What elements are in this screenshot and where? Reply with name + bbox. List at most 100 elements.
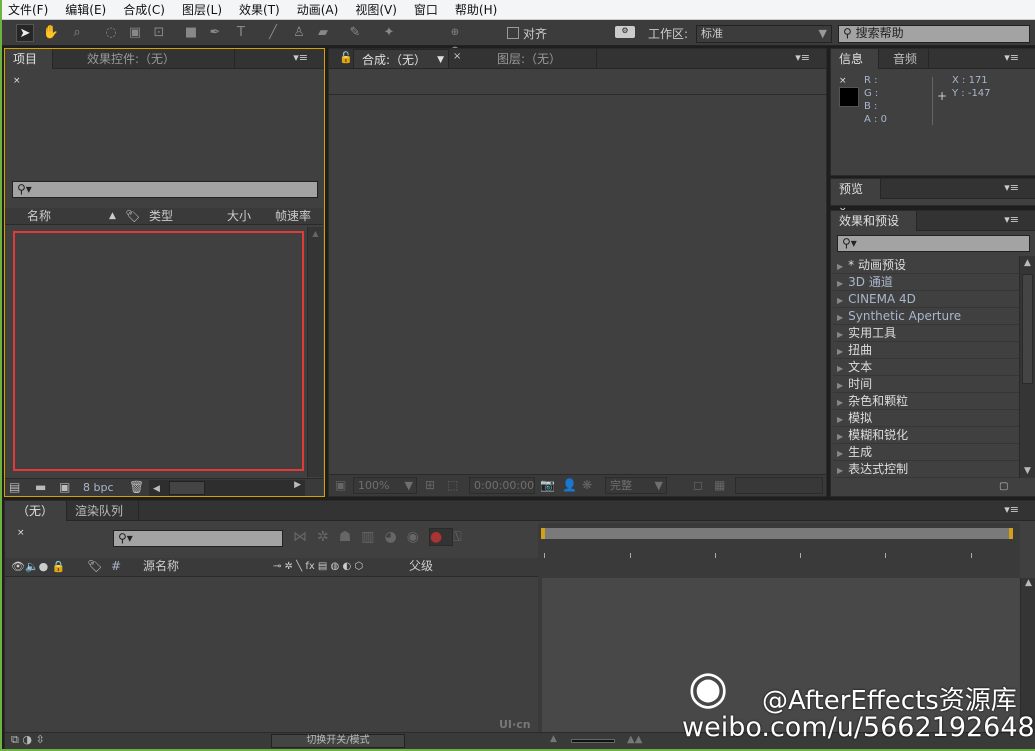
interpret-footage-icon[interactable]: ▤ (9, 480, 20, 494)
effects-category-item[interactable]: ▶ 杂色和颗粒 (833, 393, 1019, 410)
timeline-search-input[interactable]: ⚲▾ (113, 530, 283, 547)
column-framerate[interactable]: 帧速率 (275, 208, 311, 225)
clone-stamp-tool-icon[interactable]: ♙ (290, 24, 308, 42)
tab-audio[interactable]: 音频 (881, 49, 929, 69)
graph-editor-icon[interactable]: ⍂ (453, 529, 471, 545)
zoom-in-icon[interactable]: ▲▲ (627, 734, 642, 745)
new-folder-icon[interactable]: ▢ (999, 481, 1008, 492)
effects-search-input[interactable]: ⚲▾ (837, 235, 1030, 252)
effects-category-item[interactable]: ▶ 表达式控制 (833, 461, 1019, 478)
tab-info[interactable]: 信息 × (831, 49, 879, 86)
project-file-list[interactable] (13, 231, 304, 471)
frame-blending-icon[interactable]: ▥ (361, 529, 384, 545)
label-tag-icon[interactable]: 🏷 (125, 208, 140, 225)
puppet-pin-tool-icon[interactable]: ✦ (380, 24, 398, 42)
shy-layers-icon[interactable]: ☗ (339, 529, 362, 545)
column-parent[interactable]: 父级 (409, 558, 433, 575)
expand-triangle-icon[interactable]: ▶ (837, 381, 843, 390)
time-ruler[interactable] (538, 523, 1020, 578)
transparency-mask-icon[interactable]: ⬚ (447, 478, 458, 492)
menu-view[interactable]: 视图(V) (355, 1, 397, 18)
tab-layer[interactable]: 图层:（无） (463, 49, 597, 69)
bit-depth-button[interactable]: 8 bpc (83, 481, 114, 494)
expand-triangle-icon[interactable]: ▶ (837, 347, 843, 356)
eraser-tool-icon[interactable]: ▰ (314, 24, 332, 42)
horizontal-scrollbar[interactable]: ◀ ▶ (149, 480, 305, 496)
effects-scrollbar[interactable]: ▲ ▼ (1019, 256, 1035, 478)
column-name[interactable]: 名称 (27, 208, 51, 225)
grid-icon[interactable]: ⊞ (425, 478, 435, 492)
av-features-icons[interactable]: 👁🔈● 🔒 (11, 558, 65, 575)
effects-category-item[interactable]: ▶ 实用工具 (833, 325, 1019, 342)
project-scrollbar[interactable]: ▲ (307, 227, 323, 477)
expand-triangle-icon[interactable]: ▶ (837, 398, 843, 407)
channel-icon[interactable]: ❋ (582, 478, 592, 492)
tab-composition[interactable]: 合成:（无） ▼ (353, 49, 449, 69)
effects-category-item[interactable]: ▶ 模糊和锐化 (833, 427, 1019, 444)
effects-category-item[interactable]: ▶ Synthetic Aperture (833, 308, 1019, 325)
pen-tool-icon[interactable]: ✒ (206, 24, 224, 42)
expand-triangle-icon[interactable]: ▶ (837, 262, 843, 271)
trash-icon[interactable]: 🗑 (129, 480, 144, 494)
axis-mode-icon[interactable]: ⊕ ● ⊠ (446, 24, 464, 74)
rectangle-tool-icon[interactable]: ■ (182, 24, 200, 42)
snapshot-camera-icon[interactable]: 📷 (540, 478, 555, 492)
view-options-field[interactable] (735, 477, 823, 494)
new-folder-icon[interactable]: ▬ (35, 480, 46, 494)
effects-category-item[interactable]: ▶ * 动画预设 (833, 257, 1019, 274)
zoom-out-icon[interactable]: ▲ (550, 734, 557, 744)
new-composition-icon[interactable]: ▣ (59, 480, 70, 494)
project-search-input[interactable]: ⚲▾ (12, 181, 318, 198)
panel-menu-icon[interactable]: ▾≡ (1004, 51, 1019, 64)
close-icon[interactable]: × (13, 76, 21, 86)
panel-menu-icon[interactable]: ▾≡ (1004, 181, 1019, 194)
zoom-tool-icon[interactable]: ⌕ (68, 24, 86, 42)
timeline-scrollbar[interactable]: ▲ (1020, 578, 1035, 732)
panel-menu-icon[interactable]: ▾≡ (795, 51, 810, 64)
region-of-interest-icon[interactable]: ◻ (693, 478, 703, 492)
brainstorm-icon[interactable]: ◉ (407, 529, 429, 545)
rotate-tool-icon[interactable]: ◌ (102, 24, 120, 42)
auto-keyframe-icon[interactable]: ● (428, 528, 454, 546)
draft-3d-icon[interactable]: ✲ (317, 529, 339, 545)
pan-behind-tool-icon[interactable]: ⊡ (150, 24, 168, 42)
always-preview-icon[interactable]: ▣ (335, 478, 346, 492)
column-size[interactable]: 大小 (227, 208, 251, 225)
current-time-field[interactable]: 0:00:00:00 (469, 477, 535, 494)
workspace-select[interactable]: 标准 ▼ (696, 25, 832, 43)
show-snapshot-icon[interactable]: 👤 (562, 478, 577, 492)
roto-brush-tool-icon[interactable]: ✎ (346, 24, 364, 42)
menu-edit[interactable]: 编辑(E) (65, 1, 106, 18)
text-tool-icon[interactable]: T (232, 24, 250, 42)
expand-triangle-icon[interactable]: ▶ (837, 364, 843, 373)
composition-mini-flowchart-icon[interactable]: ⋈ (293, 529, 317, 545)
lock-icon[interactable]: 🔓 (339, 51, 353, 64)
expand-triangle-icon[interactable]: ▶ (837, 449, 843, 458)
label-tag-icon[interactable]: 🏷 (87, 558, 102, 575)
effects-category-item[interactable]: ▶ 生成 (833, 444, 1019, 461)
effects-category-item[interactable]: ▶ 时间 (833, 376, 1019, 393)
effects-category-item[interactable]: ▶ CINEMA 4D (833, 291, 1019, 308)
expand-triangle-icon[interactable]: ▶ (837, 432, 843, 441)
column-source-name[interactable]: 源名称 (143, 558, 179, 575)
layer-switches-toggle-icon[interactable]: ⧉ ◑ ⇳ (11, 733, 45, 747)
menu-composition[interactable]: 合成(C) (123, 1, 165, 18)
menu-animation[interactable]: 动画(A) (297, 1, 339, 18)
checkerboard-icon[interactable]: ▦ (714, 478, 725, 492)
expand-triangle-icon[interactable]: ▶ (837, 330, 843, 339)
tab-render-queue[interactable]: 渲染队列 (67, 501, 139, 521)
effects-category-item[interactable]: ▶ 模拟 (833, 410, 1019, 427)
tab-project[interactable]: 项目 × (5, 49, 53, 86)
menu-layer[interactable]: 图层(L) (182, 1, 222, 18)
workspace-sync-icon[interactable]: ⚙ (615, 26, 635, 38)
tab-effects-presets[interactable]: 效果和预设 × (831, 211, 917, 248)
camera-tool-icon[interactable]: ▣ (126, 24, 144, 42)
brush-tool-icon[interactable]: ╱ (264, 24, 282, 42)
panel-menu-icon[interactable]: ▾≡ (1004, 503, 1019, 516)
menu-file[interactable]: 文件(F) (8, 1, 48, 18)
tab-timeline-none[interactable]: （无）× (5, 501, 67, 538)
close-icon[interactable]: × (453, 51, 461, 62)
help-search-input[interactable]: ⚲ 搜索帮助 (838, 25, 1030, 43)
expand-triangle-icon[interactable]: ▶ (837, 313, 843, 322)
selection-tool-icon[interactable]: ➤ (16, 24, 34, 42)
